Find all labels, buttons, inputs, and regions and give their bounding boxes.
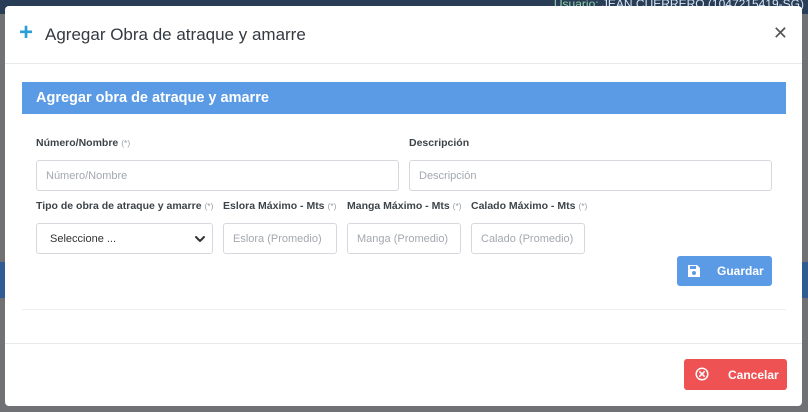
manga-label: Manga Máximo - Mts (*): [347, 200, 462, 212]
required-marker: (*): [327, 201, 337, 211]
circle-x-icon: [695, 367, 709, 381]
modal-title: Agregar Obra de atraque y amarre: [45, 25, 306, 44]
close-icon[interactable]: ✕: [773, 23, 788, 43]
panel-title: Agregar obra de atraque y amarre: [36, 90, 269, 106]
save-button[interactable]: Guardar: [677, 256, 772, 286]
footer-divider: [5, 343, 802, 344]
chevron-down-icon: [195, 236, 205, 242]
manga-input[interactable]: [347, 223, 461, 254]
floppy-disk-icon: [688, 265, 700, 277]
modal-header: + Agregar Obra de atraque y amarre ✕: [5, 6, 802, 64]
tipo-select-value: Seleccione ...: [50, 233, 117, 245]
numero-label: Número/Nombre (*): [36, 137, 131, 149]
required-marker: (*): [578, 201, 588, 211]
tipo-select[interactable]: Seleccione ...: [36, 223, 213, 254]
save-button-label: Guardar: [717, 264, 764, 278]
eslora-label: Eslora Máximo - Mts (*): [223, 200, 337, 212]
descripcion-input[interactable]: [409, 160, 772, 191]
cancel-button-label: Cancelar: [728, 368, 779, 382]
form-panel: Agregar obra de atraque y amarre Número/…: [22, 82, 786, 310]
eslora-input[interactable]: [223, 223, 337, 254]
plus-icon: +: [19, 19, 34, 46]
numero-input[interactable]: [36, 160, 399, 191]
panel-header: Agregar obra de atraque y amarre: [22, 82, 786, 114]
cancel-button[interactable]: Cancelar: [684, 359, 787, 390]
required-marker: (*): [121, 138, 131, 148]
add-dock-modal: + Agregar Obra de atraque y amarre ✕ Agr…: [5, 6, 802, 406]
tipo-label: Tipo de obra de atraque y amarre (*): [36, 200, 214, 212]
required-marker: (*): [452, 201, 462, 211]
calado-input[interactable]: [471, 223, 585, 254]
required-marker: (*): [204, 201, 214, 211]
calado-label: Calado Máximo - Mts (*): [471, 200, 588, 212]
descripcion-label: Descripción: [409, 137, 470, 149]
